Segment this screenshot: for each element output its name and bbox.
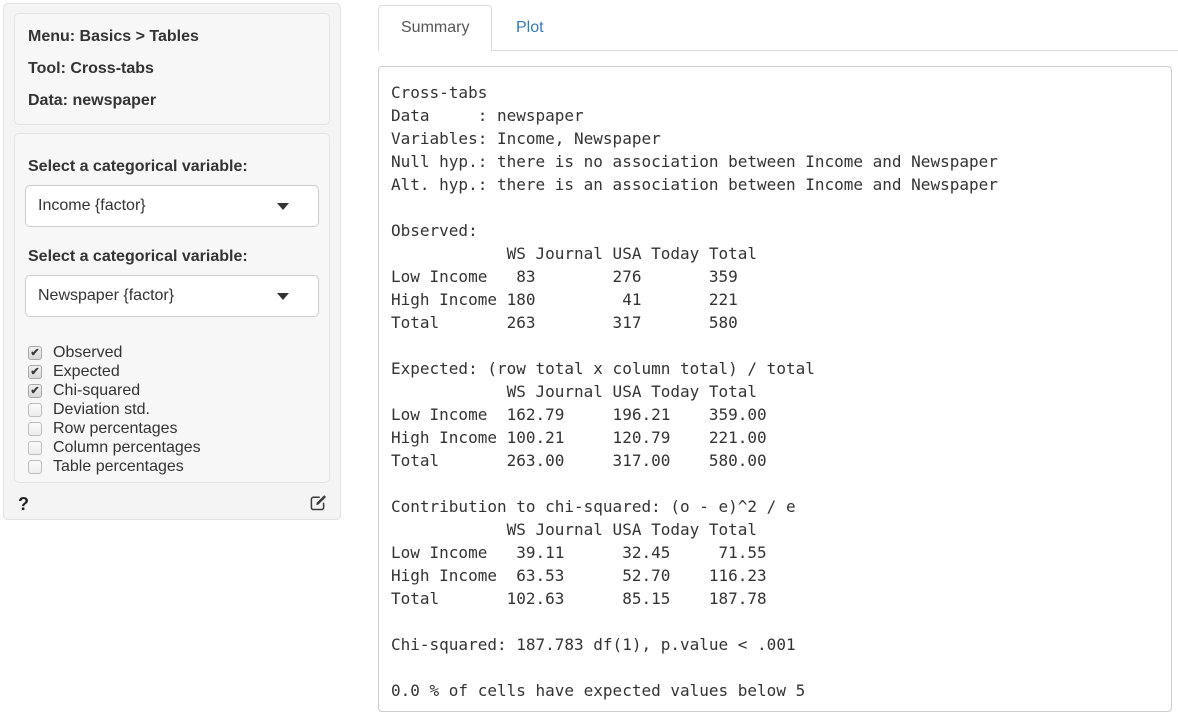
checkbox-column-percentages[interactable]: Column percentages bbox=[28, 438, 319, 457]
summary-text: Cross-tabs Data : newspaper Variables: I… bbox=[379, 67, 1171, 712]
checkbox-checked-icon[interactable]: ✔ bbox=[28, 365, 42, 379]
tab-bar: Summary Plot bbox=[378, 5, 1178, 51]
checkbox-label: Column percentages bbox=[53, 439, 201, 457]
dataset-name: Data: newspaper bbox=[28, 85, 316, 117]
checkbox-label: Table percentages bbox=[53, 458, 184, 476]
help-button[interactable]: ? bbox=[18, 494, 29, 515]
var1-select[interactable]: Income {factor} bbox=[25, 185, 319, 227]
checkbox-deviation-std[interactable]: Deviation std. bbox=[28, 400, 319, 419]
sidebar: Menu: Basics > Tables Tool: Cross-tabs D… bbox=[3, 3, 341, 520]
tab-summary[interactable]: Summary bbox=[378, 5, 492, 52]
tab-plot[interactable]: Plot bbox=[493, 5, 567, 51]
checkbox-label: Expected bbox=[53, 363, 120, 381]
chevron-down-icon bbox=[277, 203, 289, 210]
checkbox-table-percentages[interactable]: Table percentages bbox=[28, 457, 319, 476]
checkbox-label: Observed bbox=[53, 344, 122, 362]
checkbox-group: ✔ Observed ✔ Expected ✔ Chi-squaredDeviation … bbox=[28, 343, 319, 476]
checkbox-chi-squared[interactable]: ✔ Chi-squared bbox=[28, 381, 319, 400]
var2-label: Select a categorical variable: bbox=[28, 248, 319, 265]
info-panel: Menu: Basics > Tables Tool: Cross-tabs D… bbox=[14, 13, 330, 125]
var2-selected-value: Newspaper {factor} bbox=[38, 287, 174, 304]
tool-name: Tool: Cross-tabs bbox=[28, 53, 316, 85]
checkbox-expected[interactable]: ✔ Expected bbox=[28, 362, 319, 381]
pencil-square-icon bbox=[309, 493, 328, 512]
checkbox-unchecked-icon[interactable] bbox=[28, 460, 42, 474]
checkbox-unchecked-icon[interactable] bbox=[28, 403, 42, 417]
var1-label: Select a categorical variable: bbox=[28, 158, 319, 175]
summary-output-panel: Cross-tabs Data : newspaper Variables: I… bbox=[378, 66, 1172, 712]
checkbox-unchecked-icon[interactable] bbox=[28, 441, 42, 455]
checkbox-label: Deviation std. bbox=[53, 401, 150, 419]
menu-breadcrumb: Menu: Basics > Tables bbox=[28, 21, 316, 53]
checkbox-label: Chi-squared bbox=[53, 382, 140, 400]
checkbox-observed[interactable]: ✔ Observed bbox=[28, 343, 319, 362]
checkbox-checked-icon[interactable]: ✔ bbox=[28, 384, 42, 398]
controls-panel: Select a categorical variable: Income {f… bbox=[14, 133, 330, 483]
var2-select[interactable]: Newspaper {factor} bbox=[25, 275, 319, 317]
checkbox-unchecked-icon[interactable] bbox=[28, 422, 42, 436]
checkbox-row-percentages[interactable]: Row percentages bbox=[28, 419, 319, 438]
var1-selected-value: Income {factor} bbox=[38, 197, 146, 214]
checkbox-label: Row percentages bbox=[53, 420, 178, 438]
edit-report-button[interactable] bbox=[309, 493, 328, 512]
checkbox-checked-icon[interactable]: ✔ bbox=[28, 346, 42, 360]
chevron-down-icon bbox=[277, 293, 289, 300]
